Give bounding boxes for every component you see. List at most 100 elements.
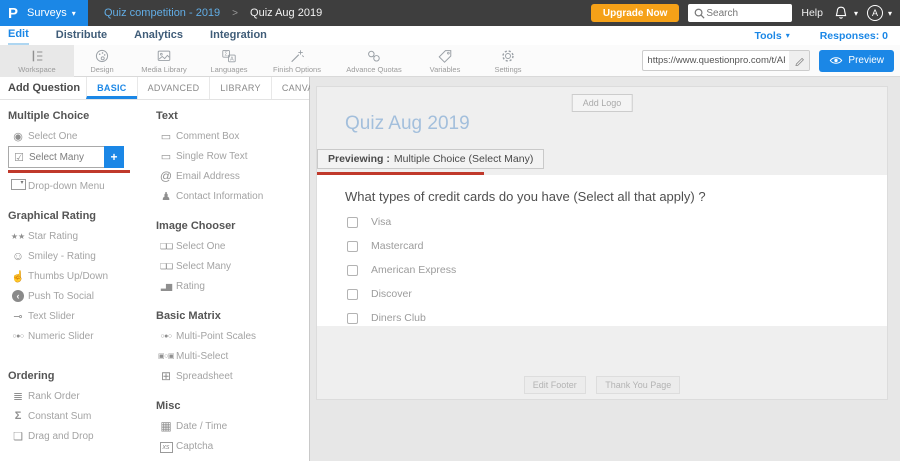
option-checkbox[interactable] (347, 265, 358, 276)
survey-title: Quiz Aug 2019 (345, 113, 470, 135)
qtype-label: Star Rating (28, 231, 78, 242)
comment-box-icon: ▭ (156, 130, 176, 143)
qtype-numeric-slider[interactable]: ○●○ Numeric Slider (8, 326, 156, 346)
option-checkbox[interactable] (347, 313, 358, 324)
add-select-many-button[interactable]: + (104, 146, 124, 168)
qtype-label: Select Many (29, 152, 84, 163)
toolbar-item-settings[interactable]: Settings (476, 45, 540, 77)
option-row: Mastercard (347, 240, 887, 252)
qtype-multi-select[interactable]: ▣○▣ Multi-Select (156, 346, 302, 366)
search-box[interactable] (688, 4, 792, 22)
toolbar-item-finish-options[interactable]: Finish Options (260, 45, 334, 77)
qtype-label: Smiley - Rating (28, 251, 96, 262)
notifications-menu[interactable]: ▾ (833, 5, 858, 21)
drag-icon: ❏ (8, 430, 28, 443)
qtype-image-select-many[interactable]: ❏❏ Select Many (156, 256, 302, 276)
toolbar-label: Advance Quotas (346, 65, 401, 74)
edit-footer-button[interactable]: Edit Footer (524, 376, 586, 394)
qtype-smiley-rating[interactable]: ☺ Smiley - Rating (8, 246, 156, 266)
qtype-select-one[interactable]: ◉ Select One (8, 126, 156, 146)
tab-basic[interactable]: BASIC (86, 77, 137, 99)
option-checkbox[interactable] (347, 289, 358, 300)
option-checkbox[interactable] (347, 241, 358, 252)
surveys-menu[interactable]: P Surveys ▾ (0, 0, 88, 26)
add-logo-button[interactable]: Add Logo (572, 94, 633, 112)
option-checkbox[interactable] (347, 217, 358, 228)
calendar-icon: ▦ (156, 419, 176, 433)
account-menu[interactable]: A ▾ (867, 5, 892, 21)
nav-tab-integration[interactable]: Integration (210, 27, 267, 44)
images-icon: ❏❏ (156, 242, 176, 251)
qtype-multi-point-scales[interactable]: ○●○ Multi-Point Scales (156, 326, 302, 346)
qtype-label: Select One (176, 241, 225, 252)
qtype-image-select-one[interactable]: ❏❏ Select One (156, 236, 302, 256)
survey-url-input[interactable] (643, 55, 789, 66)
survey-url-box (642, 50, 810, 71)
section-graphical-rating: Graphical Rating (8, 210, 156, 222)
qtype-text-slider[interactable]: ⊸ Text Slider (8, 306, 156, 326)
qtype-label: Rating (176, 281, 205, 292)
qtype-spreadsheet[interactable]: ⊞ Spreadsheet (156, 366, 302, 386)
nav-tab-edit[interactable]: Edit (8, 26, 29, 45)
qtype-thumbs-up-down[interactable]: ☝ Thumbs Up/Down (8, 266, 156, 286)
qtype-label: Drag and Drop (28, 431, 94, 442)
section-multiple-choice: Multiple Choice (8, 110, 156, 122)
breadcrumb-current-survey: Quiz Aug 2019 (250, 7, 322, 19)
survey-preview-card: Add Logo Quiz Aug 2019 Previewing : Multi… (316, 86, 888, 400)
qtype-label: Push To Social (28, 291, 94, 302)
wand-icon (288, 48, 306, 64)
toolbar-label: Media Library (141, 65, 186, 74)
breadcrumb-survey-group[interactable]: Quiz competition - 2019 (104, 7, 220, 19)
qtype-label: Rank Order (28, 391, 80, 402)
upgrade-now-button[interactable]: Upgrade Now (591, 4, 679, 22)
toolbar-item-design[interactable]: Design (74, 45, 130, 77)
thank-you-page-button[interactable]: Thank You Page (596, 376, 680, 394)
qtype-comment-box[interactable]: ▭ Comment Box (156, 126, 302, 146)
qtype-label: Date / Time (176, 421, 227, 432)
qtype-rank-order[interactable]: ≣ Rank Order (8, 386, 156, 406)
tools-menu[interactable]: Tools (754, 30, 781, 42)
qtype-dropdown-menu[interactable]: ▾ Drop-down Menu (8, 176, 156, 196)
nav-tab-distribute[interactable]: Distribute (56, 27, 107, 44)
toolbar-item-media-library[interactable]: Media Library (130, 45, 198, 77)
section-text: Text (156, 110, 302, 122)
qtype-constant-sum[interactable]: Σ Constant Sum (8, 406, 156, 426)
qtype-push-to-social[interactable]: ‹ Push To Social (8, 286, 156, 306)
toolbar-item-workspace[interactable]: Workspace (0, 45, 74, 77)
qtype-label: Constant Sum (28, 411, 91, 422)
help-link[interactable]: Help (801, 7, 823, 19)
qtype-email-address[interactable]: @ Email Address (156, 166, 302, 186)
edit-url-button[interactable] (789, 50, 809, 71)
qtype-select-many-selected[interactable]: ☑ Select Many + (8, 146, 124, 168)
surveys-menu-label: Surveys (27, 7, 67, 19)
qtype-single-row-text[interactable]: ▭ Single Row Text (156, 146, 302, 166)
qtype-contact-information[interactable]: ♟ Contact Information (156, 186, 302, 206)
option-row: Diners Club (347, 312, 887, 324)
previewing-value: Multiple Choice (Select Many) (394, 153, 533, 165)
tab-advanced[interactable]: ADVANCED (137, 77, 210, 99)
question-text: What types of credit cards do you have (… (345, 189, 887, 204)
qtype-captcha[interactable]: xs Captcha (156, 436, 302, 456)
preview-button-label: Preview (848, 55, 884, 66)
toolbar-item-advance-quotas[interactable]: Advance Quotas (334, 45, 414, 77)
multiselect-icon: ▣○▣ (156, 352, 176, 360)
tab-library[interactable]: LIBRARY (209, 77, 270, 99)
qtype-date-time[interactable]: ▦ Date / Time (156, 416, 302, 436)
search-input[interactable] (706, 8, 786, 19)
toolbar-item-variables[interactable]: Variables (414, 45, 476, 77)
qtype-image-rating[interactable]: ▂▆ Rating (156, 276, 302, 296)
toolbar-label: Design (90, 65, 113, 74)
preview-button[interactable]: Preview (819, 50, 894, 72)
qtype-label: Select One (28, 131, 77, 142)
qtype-drag-and-drop[interactable]: ❏ Drag and Drop (8, 426, 156, 446)
previewing-label: Previewing : (328, 153, 390, 165)
option-row: American Express (347, 264, 887, 276)
qtype-star-rating[interactable]: ★★ Star Rating (8, 226, 156, 246)
preview-footer-actions: Edit Footer Thank You Page (317, 375, 887, 394)
nav-tab-analytics[interactable]: Analytics (134, 27, 183, 44)
section-nav: Edit Distribute Analytics Integration To… (0, 26, 900, 45)
qtype-label: Text Slider (28, 311, 75, 322)
selected-type-underline (8, 170, 130, 173)
toolbar-item-languages[interactable]: Σ A Languages (198, 45, 260, 77)
responses-count[interactable]: Responses: 0 (820, 30, 888, 42)
